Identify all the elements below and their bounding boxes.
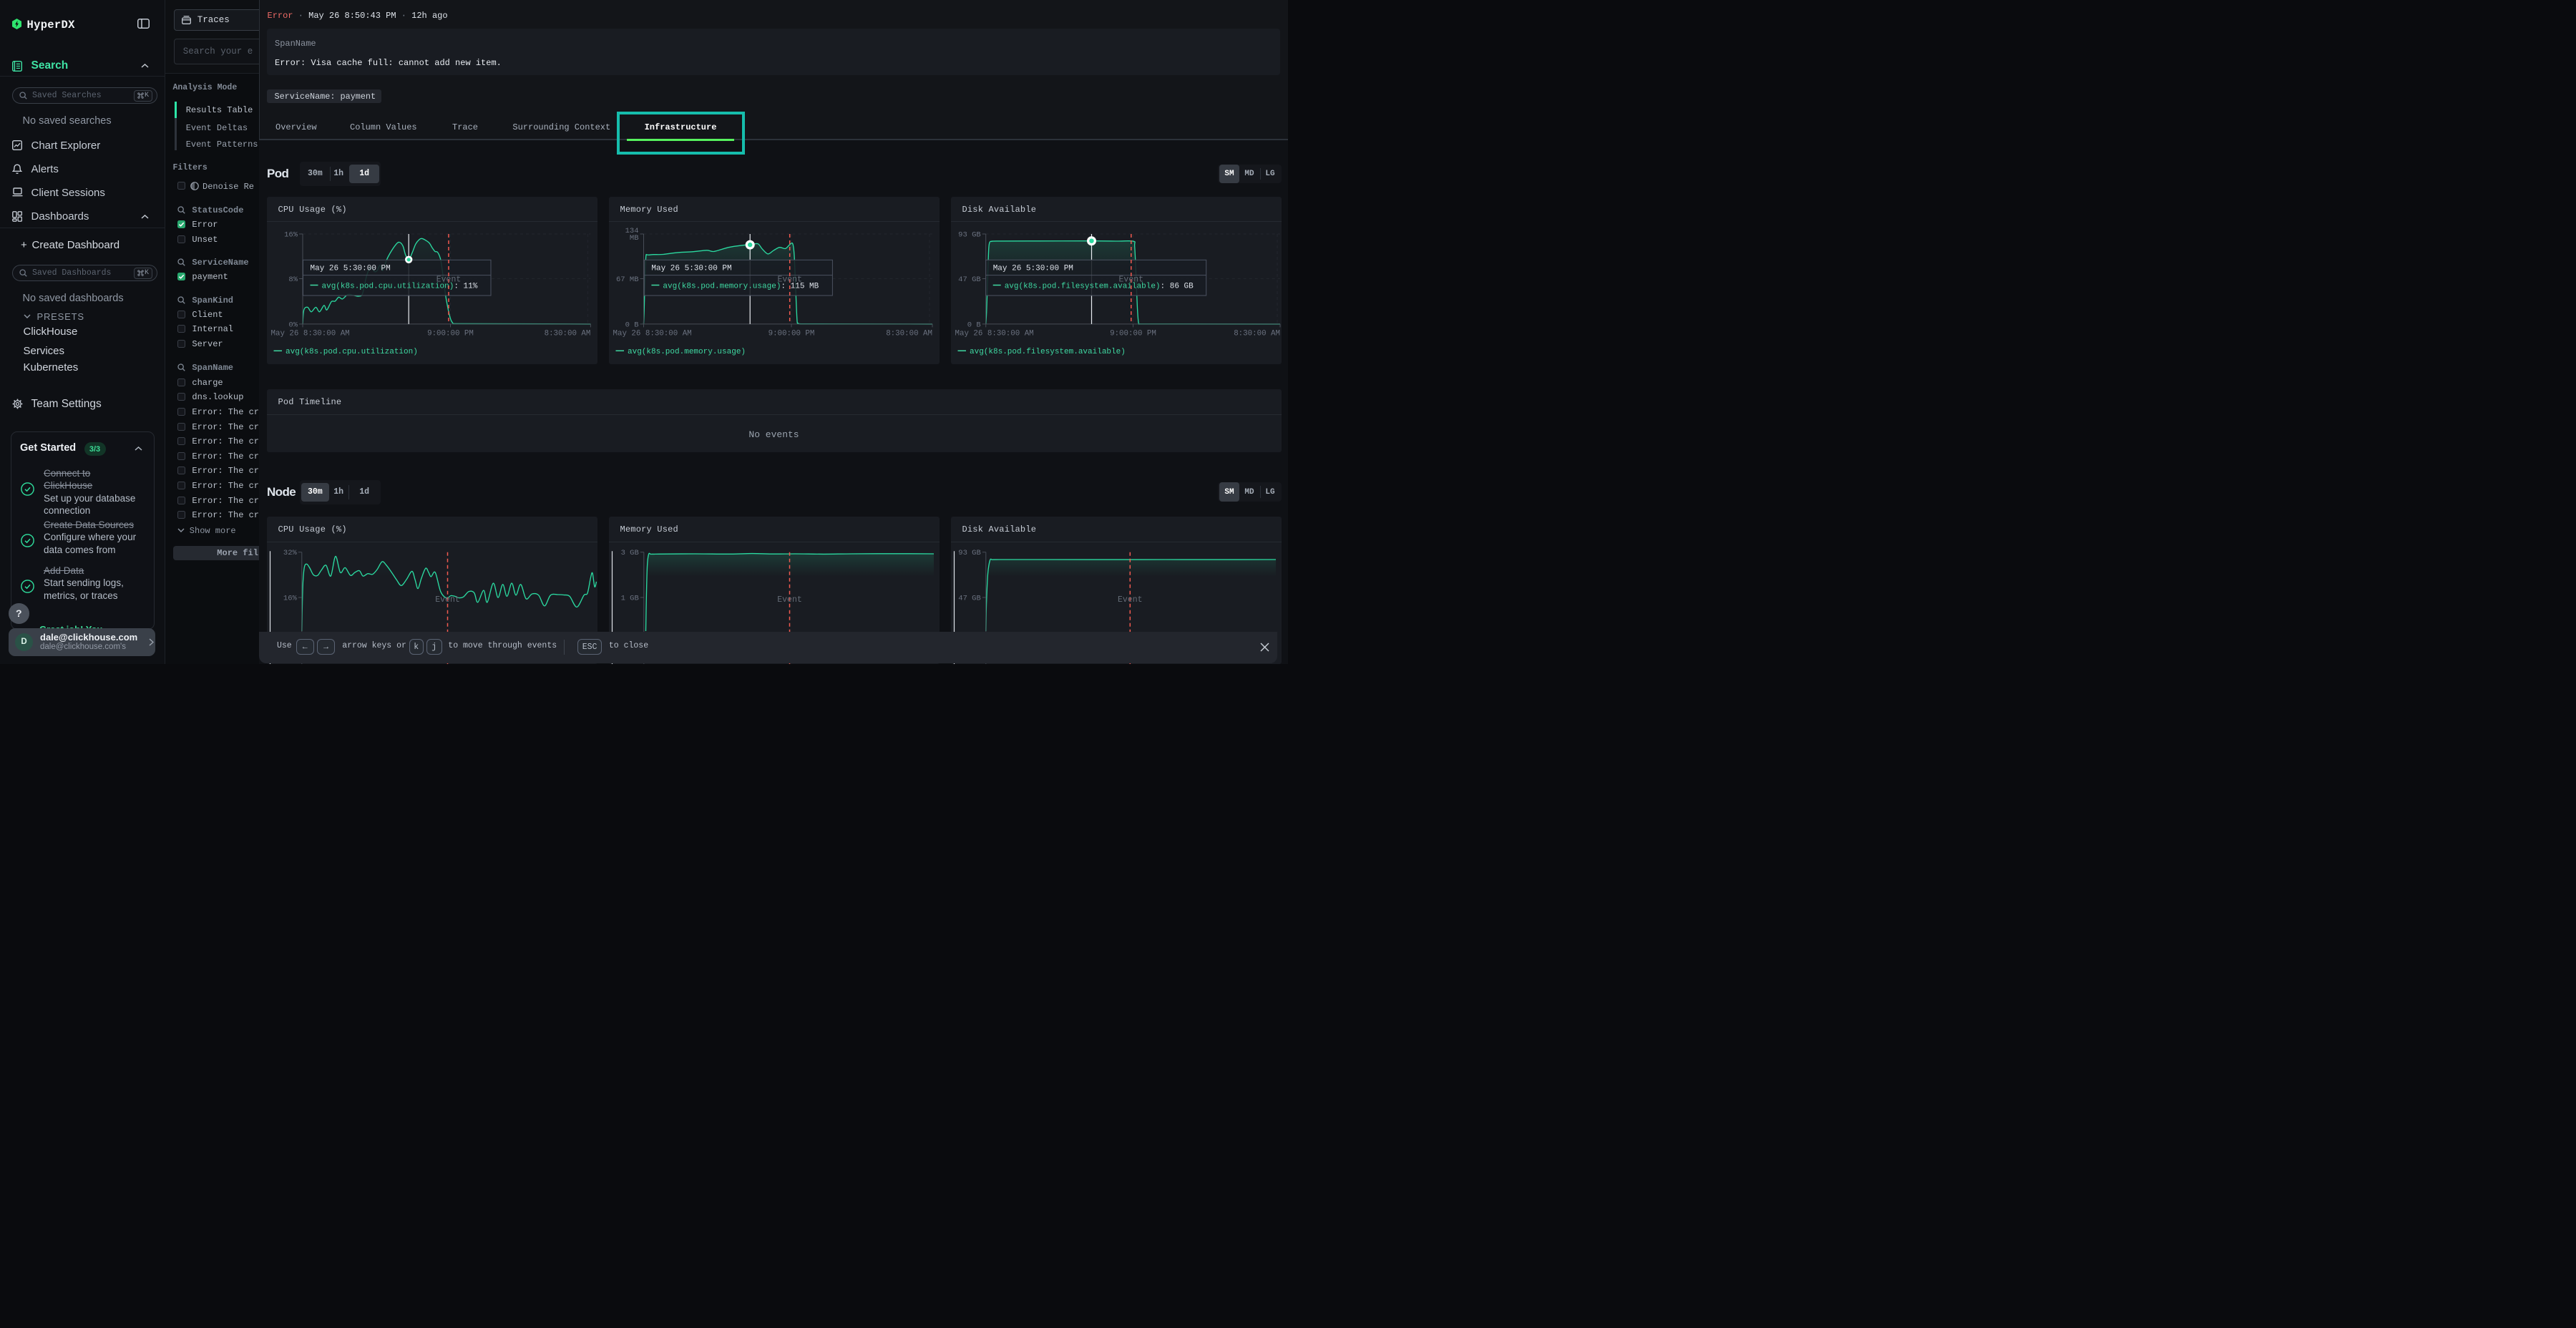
svg-text:May 26 8:30:00 AM: May 26 8:30:00 AM bbox=[270, 329, 349, 338]
svg-text:Event: Event bbox=[777, 595, 802, 605]
svg-text:avg(k8s.pod.filesystem.availab: avg(k8s.pod.filesystem.available): 86 GB bbox=[1004, 282, 1193, 290]
svg-text:9:00:00 PM: 9:00:00 PM bbox=[1110, 329, 1156, 338]
svg-text:67 MB: 67 MB bbox=[615, 275, 638, 284]
svg-text:1 GB: 1 GB bbox=[620, 595, 638, 603]
svg-text:3 GB: 3 GB bbox=[620, 549, 638, 557]
svg-text:16%: 16% bbox=[284, 230, 298, 239]
svg-text:May 26 5:30:00 PM: May 26 5:30:00 PM bbox=[651, 264, 731, 273]
svg-text:32%: 32% bbox=[283, 549, 297, 557]
svg-text:47 GB: 47 GB bbox=[958, 595, 981, 603]
svg-text:8%: 8% bbox=[288, 275, 298, 284]
svg-text:16%: 16% bbox=[283, 595, 297, 603]
svg-text:8:30:00 AM: 8:30:00 AM bbox=[1234, 329, 1280, 338]
svg-text:MB: MB bbox=[629, 234, 638, 243]
svg-text:May 26 5:30:00 PM: May 26 5:30:00 PM bbox=[992, 264, 1073, 273]
svg-text:avg(k8s.pod.filesystem.availab: avg(k8s.pod.filesystem.available) bbox=[970, 348, 1126, 356]
svg-text:0%: 0% bbox=[288, 321, 298, 329]
svg-text:avg(k8s.pod.cpu.utilization): avg(k8s.pod.cpu.utilization) bbox=[286, 348, 418, 356]
svg-text:May 26 8:30:00 AM: May 26 8:30:00 AM bbox=[955, 329, 1033, 338]
svg-text:0 B: 0 B bbox=[625, 321, 638, 329]
svg-text:47 GB: 47 GB bbox=[958, 275, 981, 284]
svg-text:May 26 8:30:00 AM: May 26 8:30:00 AM bbox=[613, 329, 691, 338]
svg-text:Event: Event bbox=[1118, 595, 1143, 605]
svg-text:avg(k8s.pod.memory.usage): avg(k8s.pod.memory.usage) bbox=[628, 348, 746, 356]
svg-text:0 B: 0 B bbox=[967, 321, 980, 329]
svg-text:8:30:00 AM: 8:30:00 AM bbox=[886, 329, 932, 338]
svg-text:Event: Event bbox=[435, 595, 460, 605]
svg-text:9:00:00 PM: 9:00:00 PM bbox=[768, 329, 814, 338]
svg-text:8:30:00 AM: 8:30:00 AM bbox=[544, 329, 590, 338]
svg-text:May 26 5:30:00 PM: May 26 5:30:00 PM bbox=[310, 264, 390, 273]
svg-text:Event: Event bbox=[1118, 275, 1143, 284]
svg-text:Event: Event bbox=[436, 275, 461, 284]
svg-text:Event: Event bbox=[777, 275, 802, 284]
svg-text:93 GB: 93 GB bbox=[958, 230, 981, 239]
svg-text:9:00:00 PM: 9:00:00 PM bbox=[427, 329, 474, 338]
svg-text:93 GB: 93 GB bbox=[958, 549, 981, 557]
